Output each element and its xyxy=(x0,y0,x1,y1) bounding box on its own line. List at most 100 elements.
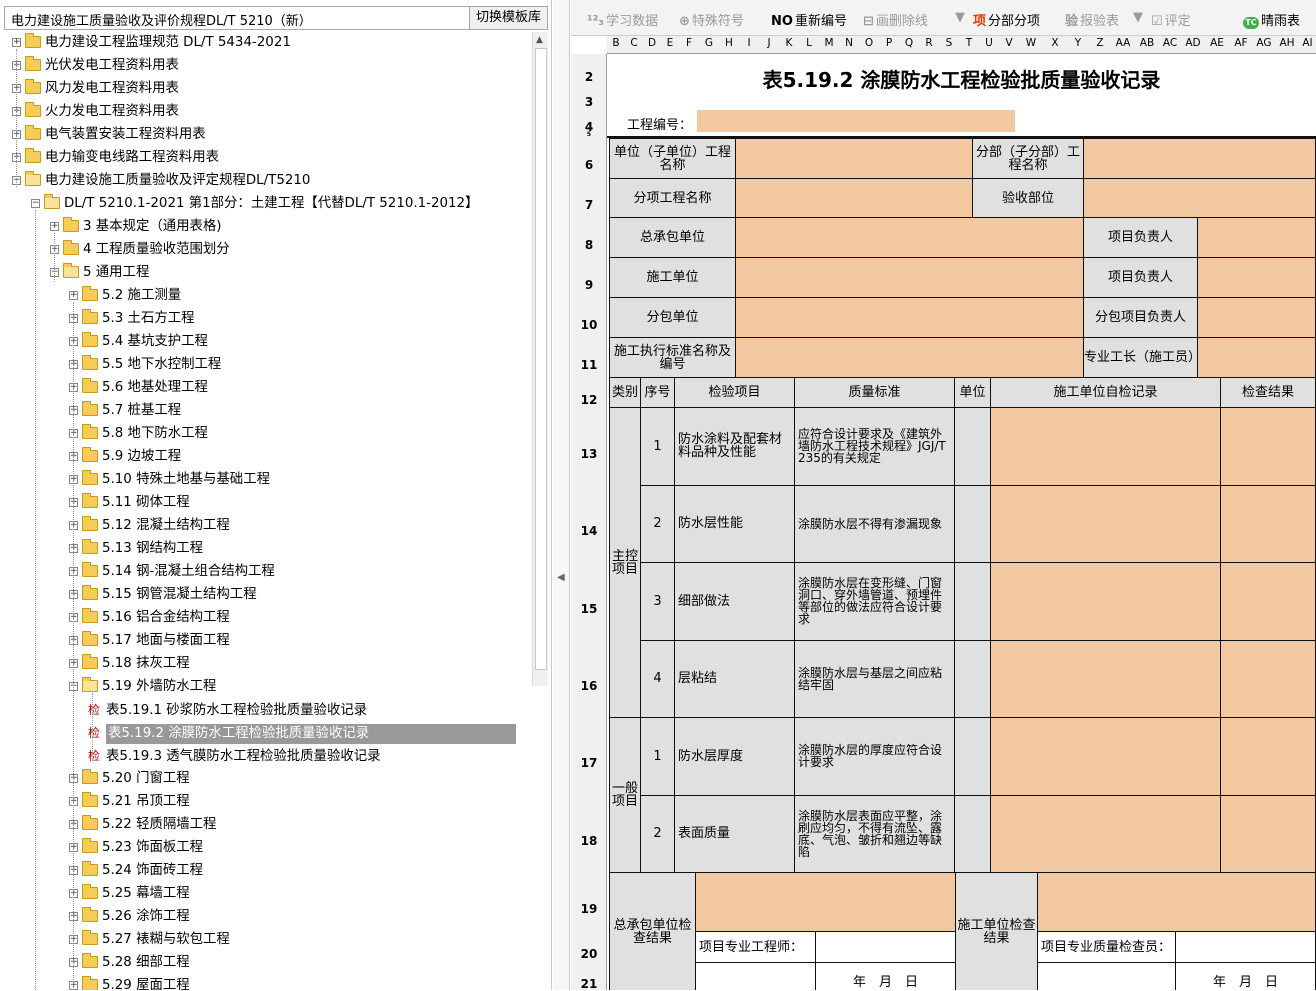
renumber-button[interactable]: NO 重新编号 xyxy=(771,10,847,29)
tree-item[interactable]: +5.25 幕墙工程 xyxy=(69,883,190,905)
tree-item[interactable]: +5.14 钢-混凝土组合结构工程 xyxy=(69,561,275,583)
expand-icon[interactable]: + xyxy=(50,221,59,231)
tree-item[interactable]: +5.3 土石方工程 xyxy=(69,308,195,330)
item-unit-input[interactable] xyxy=(954,639,991,718)
special-symbol-button[interactable]: ⊕ 特殊符号 xyxy=(679,10,744,29)
row-header[interactable]: 2 xyxy=(571,70,607,84)
unit-name-input[interactable] xyxy=(735,138,973,179)
column-header[interactable]: AF xyxy=(1229,37,1253,49)
row-header[interactable]: 15 xyxy=(571,602,607,616)
tree-item[interactable]: +5.22 轻质隔墙工程 xyxy=(69,814,216,836)
row-header[interactable]: 10 xyxy=(571,318,607,332)
tree-item[interactable]: +5.6 地基处理工程 xyxy=(69,377,208,399)
self-check-input[interactable] xyxy=(990,639,1221,718)
column-header[interactable]: T xyxy=(959,37,979,49)
column-header[interactable]: N xyxy=(839,37,859,49)
column-header[interactable]: AD xyxy=(1181,37,1205,49)
item-unit-input[interactable] xyxy=(954,562,991,641)
column-header[interactable]: I xyxy=(739,37,759,49)
result-input[interactable] xyxy=(1220,562,1316,641)
column-header[interactable]: U xyxy=(979,37,999,49)
tree-item[interactable]: +5.18 抹灰工程 xyxy=(69,653,190,675)
report-form-button[interactable]: 验报验表 xyxy=(1065,10,1119,29)
row-header[interactable]: 8 xyxy=(571,238,607,252)
tree-item[interactable]: 检表5.19.3 透气膜防水工程检验批质量验收记录 xyxy=(88,745,381,767)
cu-result-input[interactable] xyxy=(1037,872,1316,932)
row-header[interactable]: 16 xyxy=(571,679,607,693)
construction-leader-input[interactable] xyxy=(1197,257,1316,298)
tree-item[interactable]: +5.17 地面与楼面工程 xyxy=(69,630,230,652)
column-header[interactable]: H xyxy=(719,37,739,49)
self-check-input[interactable] xyxy=(990,407,1221,486)
row-header[interactable]: 6 xyxy=(571,158,607,172)
tree-item[interactable]: 检表5.19.2 涂膜防水工程检验批质量验收记录 xyxy=(88,722,517,744)
template-library-select[interactable]: 电力建设施工质量验收及评价规程DL/T 5210（新） xyxy=(4,6,470,30)
column-header[interactable]: M xyxy=(819,37,839,49)
column-header[interactable]: AI xyxy=(1299,37,1316,49)
tree-item[interactable]: +5.28 细部工程 xyxy=(69,952,190,974)
tree-item[interactable]: +5.10 特殊土地基与基础工程 xyxy=(69,469,270,491)
result-input[interactable] xyxy=(1220,639,1316,718)
tree-item[interactable]: +4 工程质量验收范围划分 xyxy=(50,239,230,261)
weather-log-button[interactable]: TC 晴雨表 xyxy=(1243,10,1300,29)
row-header[interactable]: 3 xyxy=(571,95,607,109)
column-header[interactable]: AH xyxy=(1275,37,1299,49)
tree-item[interactable]: +5.24 饰面砖工程 xyxy=(69,860,203,882)
column-header[interactable]: R xyxy=(919,37,939,49)
result-input[interactable] xyxy=(1220,794,1316,873)
sub-unit-input[interactable] xyxy=(735,297,1084,338)
column-header[interactable]: Y xyxy=(1067,37,1089,49)
sub-leader-input[interactable] xyxy=(1197,297,1316,338)
column-header[interactable]: Q xyxy=(899,37,919,49)
tree-item[interactable]: +5.13 钢结构工程 xyxy=(69,538,203,560)
tree-item[interactable]: +5.4 基坑支护工程 xyxy=(69,331,208,353)
tree-item[interactable]: +5.9 边坡工程 xyxy=(69,446,181,468)
column-header[interactable]: L xyxy=(799,37,819,49)
tree-item[interactable]: +5.11 砌体工程 xyxy=(69,492,190,514)
tree-item[interactable]: −5 通用工程 xyxy=(50,262,149,284)
row-header[interactable]: 7 xyxy=(571,198,607,212)
general-contractor-input[interactable] xyxy=(735,217,1084,258)
tree-item[interactable]: +5.21 吊顶工程 xyxy=(69,791,190,813)
row-header[interactable]: 13 xyxy=(571,447,607,461)
tree-item[interactable]: +5.20 门窗工程 xyxy=(69,768,190,790)
tree-item[interactable]: + 风力发电工程资料用表 xyxy=(12,78,179,100)
column-header[interactable]: AG xyxy=(1253,37,1275,49)
result-input[interactable] xyxy=(1220,717,1316,796)
check-part-input[interactable] xyxy=(1083,178,1316,218)
tree-item[interactable]: +5.7 桩基工程 xyxy=(69,400,181,422)
tree-item[interactable]: − DL/T 5210.1-2021 第1部分：土建工程【代替DL/T 5210.… xyxy=(31,193,478,215)
tree-item[interactable]: +5.23 饰面板工程 xyxy=(69,837,203,859)
subitem-button[interactable]: 项分部分项 xyxy=(973,10,1040,29)
self-check-input[interactable] xyxy=(990,794,1221,873)
column-header[interactable]: W xyxy=(1019,37,1043,49)
column-header[interactable]: AC xyxy=(1159,37,1181,49)
project-no-input[interactable] xyxy=(697,110,1015,132)
column-header[interactable]: J xyxy=(759,37,779,49)
foreman-input[interactable] xyxy=(1197,337,1316,378)
tree-item[interactable]: + 电力输变电线路工程资料用表 xyxy=(12,147,219,169)
tree-item[interactable]: + 光伏发电工程资料用表 xyxy=(12,55,179,77)
column-header[interactable]: AA xyxy=(1111,37,1135,49)
rate-button[interactable]: ☑ 评定 xyxy=(1151,10,1191,29)
column-header[interactable]: C xyxy=(625,37,643,49)
tree-item[interactable]: +5.27 裱糊与软包工程 xyxy=(69,929,230,951)
column-header[interactable]: D xyxy=(643,37,661,49)
tree-item[interactable]: 检表5.19.1 砂浆防水工程检验批质量验收记录 xyxy=(88,699,367,721)
row-header[interactable]: 11 xyxy=(571,358,607,372)
row-header[interactable]: 5 xyxy=(571,131,607,138)
row-header[interactable]: 17 xyxy=(571,756,607,770)
row-header[interactable]: 20 xyxy=(571,947,607,961)
column-header[interactable]: B xyxy=(607,37,625,49)
collapse-icon[interactable]: − xyxy=(31,198,40,208)
learn-data-button[interactable]: ¹²₃ 学习数据 xyxy=(587,10,658,29)
row-header[interactable]: 12 xyxy=(571,393,607,407)
dropdown-arrow-icon[interactable]: ▼ xyxy=(955,10,965,25)
tree-item[interactable]: +5.5 地下水控制工程 xyxy=(69,354,221,376)
column-header[interactable]: V xyxy=(999,37,1019,49)
self-check-input[interactable] xyxy=(990,484,1221,563)
tree-item[interactable]: +5.16 铝合金结构工程 xyxy=(69,607,230,629)
item-unit-input[interactable] xyxy=(954,717,991,796)
scroll-up-icon[interactable]: ▲ xyxy=(536,35,543,45)
panel-splitter[interactable]: ◀ xyxy=(553,0,570,990)
